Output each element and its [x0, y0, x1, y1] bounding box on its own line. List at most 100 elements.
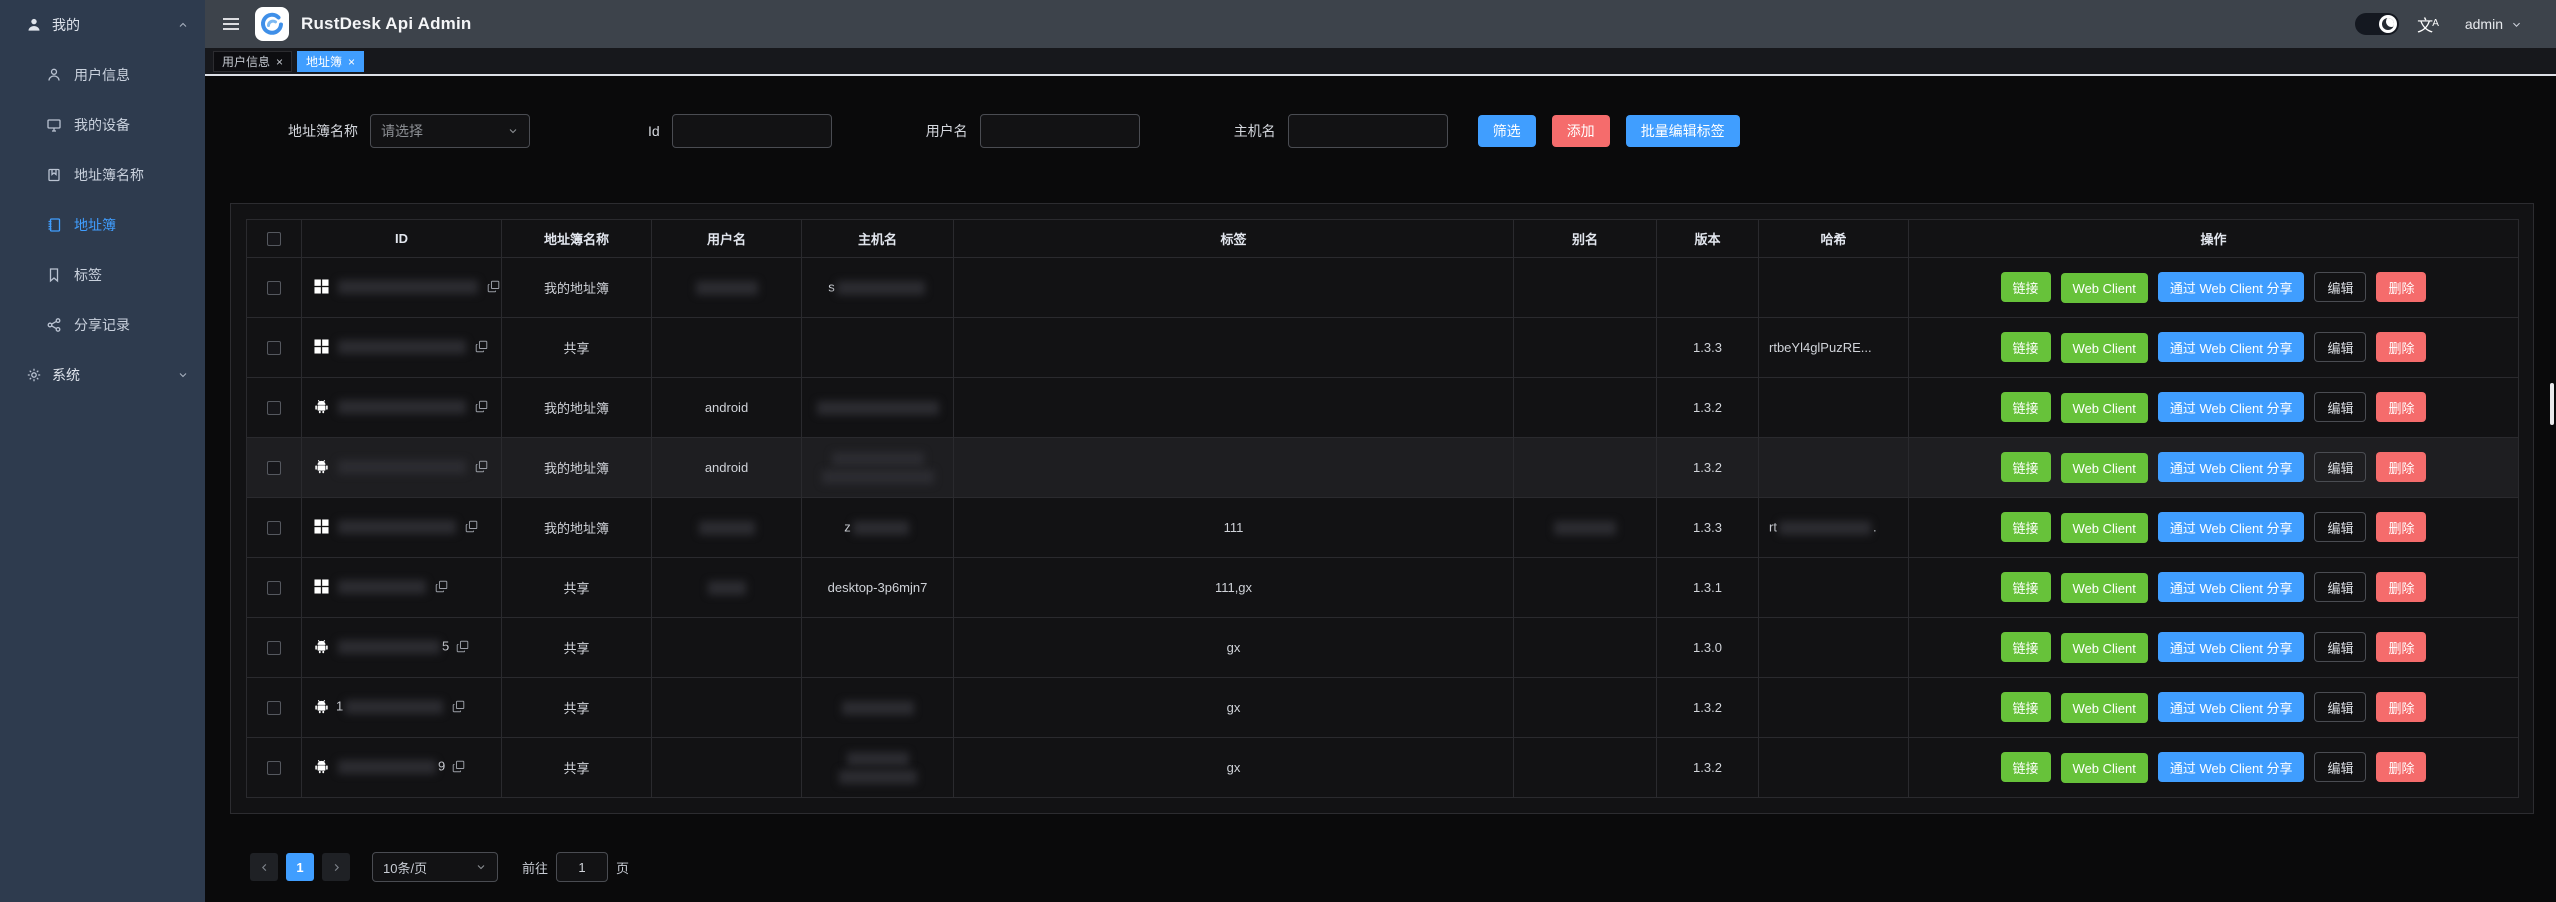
- delete-button[interactable]: 删除: [2376, 452, 2426, 482]
- row-checkbox[interactable]: [267, 641, 281, 655]
- web-client-button[interactable]: Web Client: [2061, 513, 2148, 543]
- row-checkbox[interactable]: [267, 761, 281, 775]
- close-tab-icon[interactable]: ×: [276, 56, 283, 68]
- page-number-button[interactable]: 1: [286, 853, 314, 881]
- cell-hostname: [802, 378, 954, 438]
- sidebar-group-mine[interactable]: 我的: [0, 0, 205, 50]
- sidebar-item-tags[interactable]: 标签: [0, 250, 205, 300]
- edit-button[interactable]: 编辑: [2314, 512, 2366, 542]
- sidebar-item-address-book[interactable]: 地址簿: [0, 200, 205, 250]
- copy-icon[interactable]: [475, 460, 488, 473]
- web-client-button[interactable]: Web Client: [2061, 633, 2148, 663]
- copy-icon[interactable]: [435, 580, 448, 593]
- copy-icon[interactable]: [465, 520, 478, 533]
- web-client-button[interactable]: Web Client: [2061, 453, 2148, 483]
- web-client-button[interactable]: Web Client: [2061, 273, 2148, 303]
- cell-text: 9: [438, 758, 445, 773]
- edit-button[interactable]: 编辑: [2314, 692, 2366, 722]
- cell-tags: [954, 378, 1514, 438]
- username-input[interactable]: [980, 114, 1140, 148]
- delete-button[interactable]: 删除: [2376, 512, 2426, 542]
- row-checkbox[interactable]: [267, 401, 281, 415]
- language-icon[interactable]: 文A: [2417, 12, 2439, 36]
- batch-edit-tags-button[interactable]: 批量编辑标签: [1626, 115, 1740, 147]
- select-all-checkbox[interactable]: [267, 232, 281, 246]
- link-button[interactable]: 链接: [2001, 752, 2051, 782]
- delete-button[interactable]: 删除: [2376, 572, 2426, 602]
- share-web-client-button[interactable]: 通过 Web Client 分享: [2158, 572, 2305, 602]
- copy-icon[interactable]: [456, 640, 469, 653]
- close-tab-icon[interactable]: ×: [348, 56, 355, 68]
- edit-button[interactable]: 编辑: [2314, 572, 2366, 602]
- delete-button[interactable]: 删除: [2376, 632, 2426, 662]
- goto-page-input[interactable]: [556, 852, 608, 882]
- cell-tags: gx: [954, 618, 1514, 678]
- cell-id: 1: [302, 678, 502, 738]
- web-client-button[interactable]: Web Client: [2061, 753, 2148, 783]
- user-menu[interactable]: admin: [2465, 16, 2522, 32]
- link-button[interactable]: 链接: [2001, 512, 2051, 542]
- delete-button[interactable]: 删除: [2376, 692, 2426, 722]
- row-checkbox[interactable]: [267, 341, 281, 355]
- edit-button[interactable]: 编辑: [2314, 452, 2366, 482]
- share-web-client-button[interactable]: 通过 Web Client 分享: [2158, 692, 2305, 722]
- tab-user-info[interactable]: 用户信息 ×: [213, 51, 292, 72]
- copy-icon[interactable]: [452, 760, 465, 773]
- tab-address-book[interactable]: 地址簿 ×: [297, 51, 364, 72]
- row-checkbox[interactable]: [267, 281, 281, 295]
- sidebar-item-user-info[interactable]: 用户信息: [0, 50, 205, 100]
- delete-button[interactable]: 删除: [2376, 392, 2426, 422]
- edit-button[interactable]: 编辑: [2314, 332, 2366, 362]
- share-icon: [46, 317, 62, 333]
- share-web-client-button[interactable]: 通过 Web Client 分享: [2158, 392, 2305, 422]
- add-button[interactable]: 添加: [1552, 115, 1610, 147]
- edit-button[interactable]: 编辑: [2314, 392, 2366, 422]
- hostname-input[interactable]: [1288, 114, 1448, 148]
- web-client-button[interactable]: Web Client: [2061, 393, 2148, 423]
- delete-button[interactable]: 删除: [2376, 332, 2426, 362]
- link-button[interactable]: 链接: [2001, 572, 2051, 602]
- scrollbar-thumb[interactable]: [2550, 383, 2554, 425]
- edit-button[interactable]: 编辑: [2314, 632, 2366, 662]
- row-checkbox[interactable]: [267, 701, 281, 715]
- delete-button[interactable]: 删除: [2376, 272, 2426, 302]
- collapse-menu-icon[interactable]: [221, 15, 241, 33]
- link-button[interactable]: 链接: [2001, 272, 2051, 302]
- next-page-button[interactable]: [322, 853, 350, 881]
- web-client-button[interactable]: Web Client: [2061, 333, 2148, 363]
- redacted-text: [345, 700, 443, 714]
- copy-icon[interactable]: [475, 340, 488, 353]
- sidebar-item-my-devices[interactable]: 我的设备: [0, 100, 205, 150]
- delete-button[interactable]: 删除: [2376, 752, 2426, 782]
- share-web-client-button[interactable]: 通过 Web Client 分享: [2158, 452, 2305, 482]
- copy-icon[interactable]: [487, 280, 500, 293]
- edit-button[interactable]: 编辑: [2314, 272, 2366, 302]
- sidebar-group-system[interactable]: 系统: [0, 350, 205, 400]
- copy-icon[interactable]: [475, 400, 488, 413]
- share-web-client-button[interactable]: 通过 Web Client 分享: [2158, 632, 2305, 662]
- edit-button[interactable]: 编辑: [2314, 752, 2366, 782]
- sidebar-item-address-book-names[interactable]: 地址簿名称: [0, 150, 205, 200]
- dark-mode-toggle[interactable]: [2355, 13, 2399, 35]
- row-checkbox[interactable]: [267, 581, 281, 595]
- row-checkbox[interactable]: [267, 521, 281, 535]
- link-button[interactable]: 链接: [2001, 332, 2051, 362]
- row-checkbox[interactable]: [267, 461, 281, 475]
- sidebar-item-share-records[interactable]: 分享记录: [0, 300, 205, 350]
- share-web-client-button[interactable]: 通过 Web Client 分享: [2158, 272, 2305, 302]
- share-web-client-button[interactable]: 通过 Web Client 分享: [2158, 512, 2305, 542]
- address-book-select[interactable]: 请选择: [370, 114, 530, 148]
- share-web-client-button[interactable]: 通过 Web Client 分享: [2158, 332, 2305, 362]
- web-client-button[interactable]: Web Client: [2061, 573, 2148, 603]
- page-size-select[interactable]: 10条/页: [372, 852, 498, 882]
- link-button[interactable]: 链接: [2001, 632, 2051, 662]
- prev-page-button[interactable]: [250, 853, 278, 881]
- filter-button[interactable]: 筛选: [1478, 115, 1536, 147]
- copy-icon[interactable]: [452, 700, 465, 713]
- web-client-button[interactable]: Web Client: [2061, 693, 2148, 723]
- link-button[interactable]: 链接: [2001, 392, 2051, 422]
- link-button[interactable]: 链接: [2001, 692, 2051, 722]
- id-input[interactable]: [672, 114, 832, 148]
- link-button[interactable]: 链接: [2001, 452, 2051, 482]
- share-web-client-button[interactable]: 通过 Web Client 分享: [2158, 752, 2305, 782]
